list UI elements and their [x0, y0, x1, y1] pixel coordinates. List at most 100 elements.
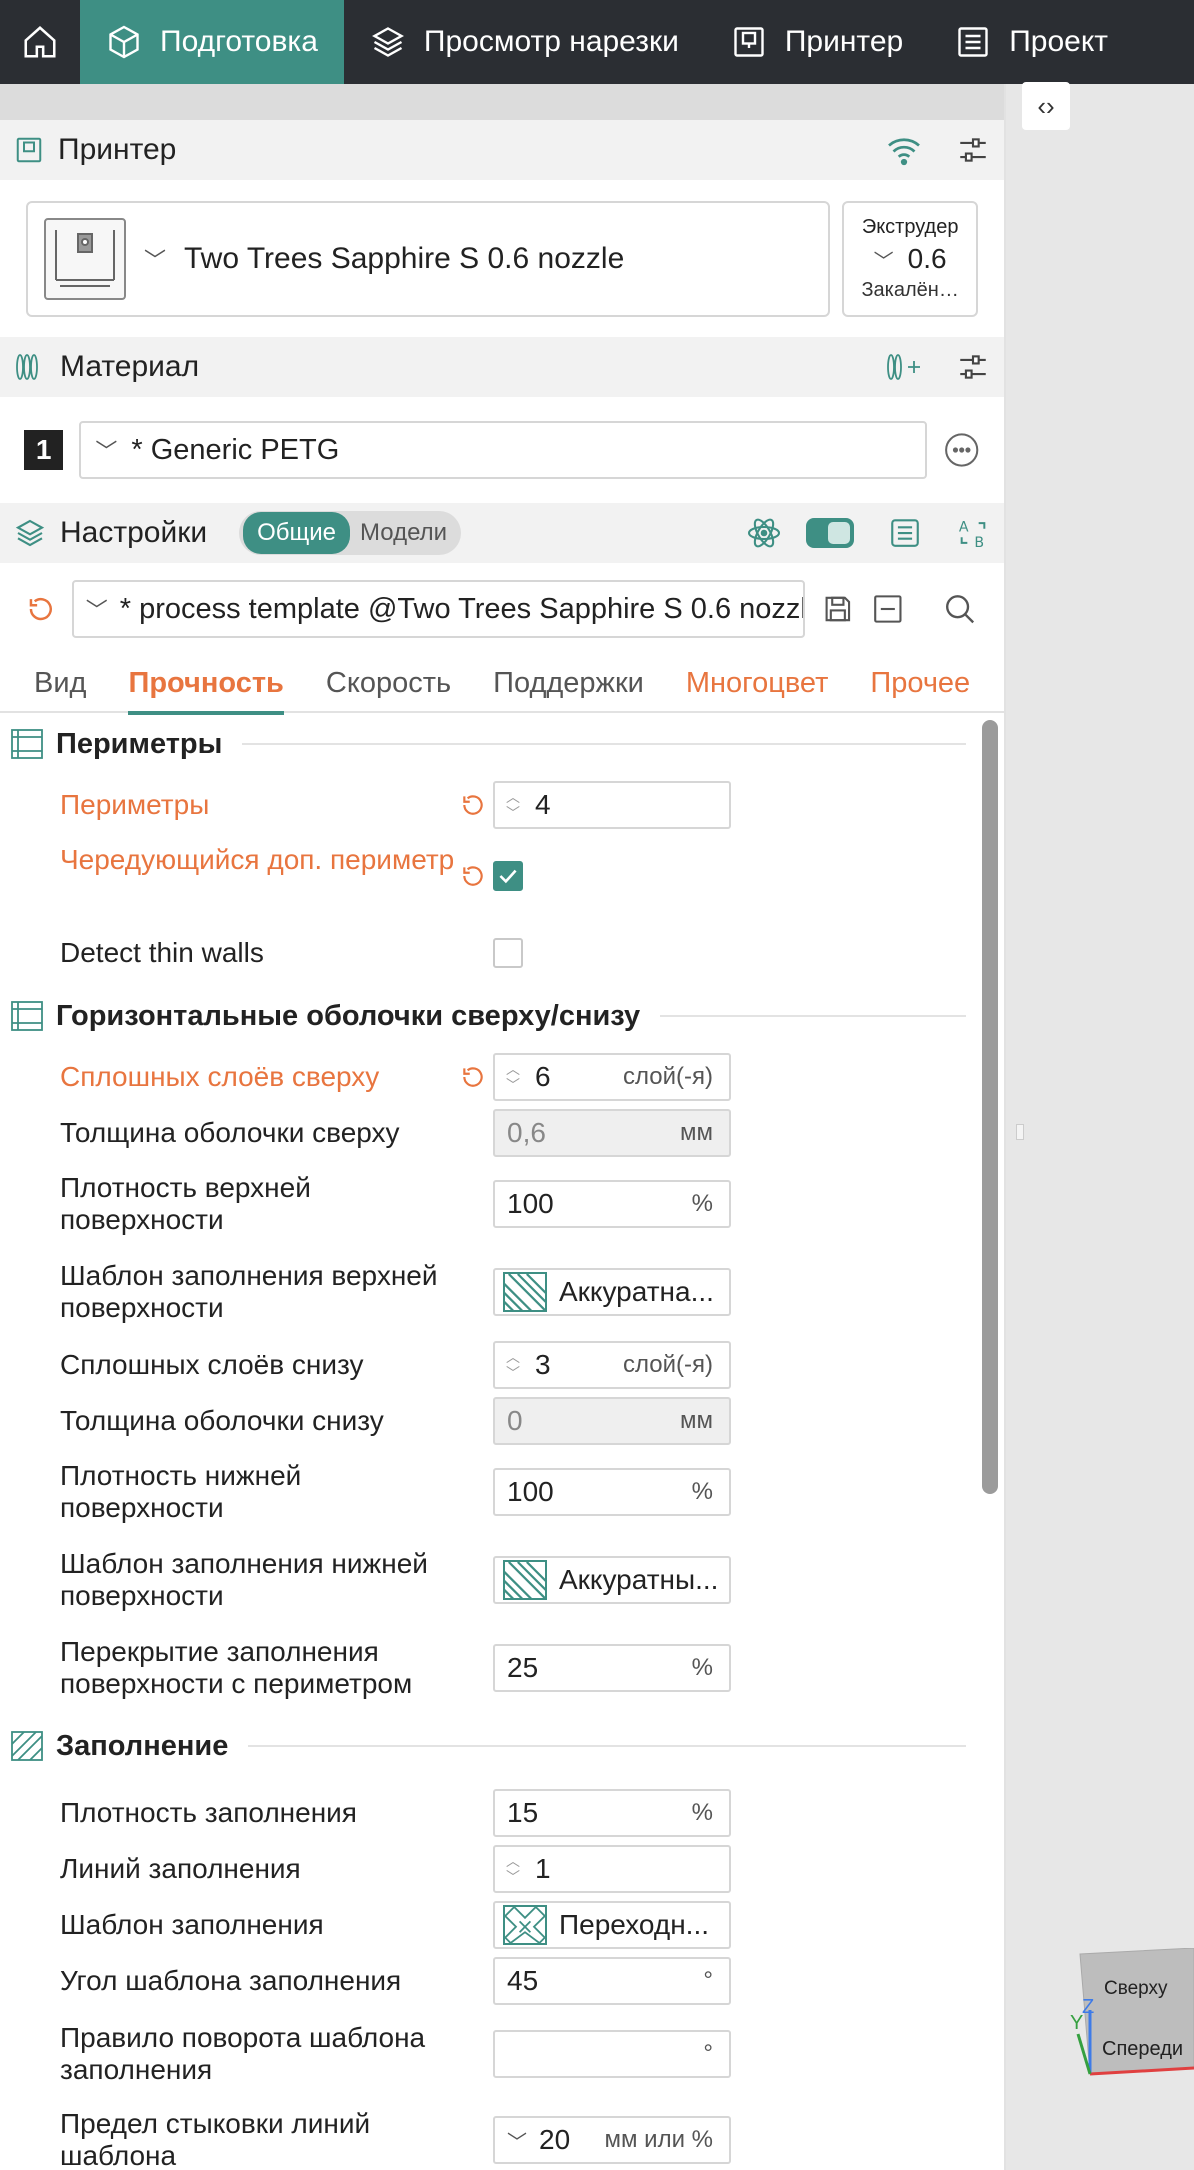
bottom-thickness-value: 0 — [507, 1405, 523, 1436]
tab-prepare[interactable]: Подготовка — [80, 0, 344, 84]
infill-wall-overlap-label: Перекрытие заполнения поверхности с пери… — [60, 1636, 413, 1699]
view-cube[interactable]: Сверху Спереди Z Y — [1070, 1947, 1194, 2098]
extruder-select[interactable]: Экструдер ﹀ 0.6 Закалён… — [842, 200, 978, 317]
process-preset-select[interactable]: ﹀ * process template @Two Trees Sapphire… — [71, 580, 805, 638]
bottom-pattern-select[interactable]: Аккуратны... — [493, 1556, 731, 1604]
advanced-toggle[interactable] — [806, 518, 854, 548]
bottom-density-input[interactable]: 100% — [493, 1468, 731, 1516]
stepper-icon[interactable]: ︿ ﹀ — [495, 1847, 531, 1891]
list-icon — [958, 27, 988, 57]
infill-angle-input[interactable]: 45 ° — [493, 1957, 731, 2005]
infill-rotate-label: Правило поворота шаблона заполнения — [60, 2022, 426, 2085]
infill-pattern-select[interactable]: Переходн... — [493, 1901, 731, 1949]
wall-loops-input[interactable]: ︿ ﹀ 4 — [493, 781, 731, 829]
top-pattern-select[interactable]: Аккуратна... — [493, 1268, 731, 1316]
printer-row: ﹀ Two Trees Sapphire S 0.6 nozzle Экстру… — [0, 180, 1004, 337]
tab-slice-preview[interactable]: Просмотр нарезки — [344, 0, 705, 84]
toggle-global[interactable]: Общие — [243, 512, 351, 554]
translate-icon[interactable]: AB — [956, 516, 990, 550]
top-density-label: Плотность верхней поверхности — [60, 1172, 311, 1235]
stepper-icon[interactable]: ︿ ﹀ — [495, 1343, 531, 1387]
chevron-down-icon: ﹀ — [873, 250, 894, 273]
tab-printer-label: Принтер — [784, 25, 904, 58]
row-infill-anchor: Предел стыковки линий шаблона ﹀ 20 мм или … — [0, 2106, 976, 2170]
filament-slot-number: 1 — [24, 430, 64, 470]
row-top-thickness: Толщина оболочки сверху 0,6 мм — [0, 1108, 976, 1158]
infill-lines-value: 1 — [535, 1853, 551, 1884]
reset-icon[interactable] — [460, 792, 486, 818]
monotonic-pattern-icon — [503, 1272, 547, 1312]
filament-settings-sliders-icon[interactable] — [956, 350, 990, 384]
top-navigation: Подготовка Просмотр нарезки Принтер Прое… — [0, 0, 1194, 84]
infill-wall-overlap-unit: % — [691, 1654, 713, 1681]
collapse-panel-button[interactable]: ‹› — [1022, 82, 1070, 130]
process-preset-name: * process template @Two Trees Sapphire S… — [119, 592, 805, 625]
group-walls-title: Периметры — [56, 727, 223, 760]
atom-icon[interactable] — [746, 515, 782, 551]
infill-anchor-label: Предел стыковки линий шаблона — [60, 2108, 371, 2170]
reset-icon[interactable] — [460, 863, 486, 889]
printer-icon — [16, 137, 42, 163]
svg-text:A: A — [959, 520, 969, 536]
search-icon[interactable] — [942, 591, 978, 627]
bottom-layers-label: Сплошных слоёв снизу — [60, 1349, 364, 1380]
tab-printer[interactable]: Принтер — [705, 0, 929, 84]
chevron-down-icon: ﹀ — [144, 247, 167, 273]
3d-viewport[interactable] — [1006, 84, 1194, 2170]
save-icon[interactable] — [821, 592, 855, 626]
row-infill-wall-overlap: Перекрытие заполнения поверхности с пери… — [0, 1634, 976, 1702]
svg-text:B: B — [974, 535, 984, 550]
add-filament-icon[interactable] — [886, 351, 922, 383]
row-alternate-wall: Чередующийся доп. периметр — [0, 842, 976, 910]
row-infill-angle: Угол шаблона заполнения 45 ° — [0, 1956, 976, 2006]
top-thickness-label: Толщина оболочки сверху — [60, 1117, 400, 1148]
bottom-pattern-label: Шаблон заполнения нижней поверхности — [60, 1548, 428, 1611]
settings-scrollbar[interactable] — [982, 720, 998, 1494]
infill-lines-input[interactable]: ︿ ﹀ 1 — [493, 1845, 731, 1893]
material-section-header: Материал — [0, 337, 1004, 397]
bottom-thickness-unit: мм — [680, 1407, 713, 1434]
bottom-thickness-label: Толщина оболочки снизу — [60, 1405, 384, 1436]
printer-section-header: Принтер — [0, 120, 1004, 180]
global-object-toggle[interactable]: Общие Модели — [239, 511, 462, 555]
filament-select[interactable]: ﹀ * Generic PETG — [79, 421, 927, 479]
panel-resize-handle[interactable] — [1016, 1124, 1024, 1140]
row-bottom-pattern: Шаблон заполнения нижней поверхности Акк… — [0, 1546, 976, 1614]
home-button[interactable] — [0, 0, 80, 84]
top-layers-input[interactable]: ︿ ﹀ 6 слой(-я) — [493, 1053, 731, 1101]
reset-icon[interactable] — [460, 1064, 486, 1090]
stepper-icon[interactable]: ︿ ﹀ — [495, 1055, 531, 1099]
printer-settings-sliders-icon[interactable] — [956, 133, 990, 167]
tab-project[interactable]: Проект — [929, 0, 1134, 84]
infill-anchor-input[interactable]: ﹀ 20 мм или % — [493, 2116, 731, 2164]
group-shells-title: Горизонтальные оболочки сверху/снизу — [56, 999, 641, 1032]
infill-wall-overlap-input[interactable]: 25% — [493, 1644, 731, 1692]
group-infill: Заполнение — [0, 1716, 976, 1776]
top-layers-value: 6 — [535, 1061, 551, 1092]
top-density-input[interactable]: 100% — [493, 1180, 731, 1228]
bottom-layers-input[interactable]: ︿ ﹀ 3 слой(-я) — [493, 1341, 731, 1389]
row-infill-anchor-inner: Предел стыковки линий шаблона ﹀ 20 мм или … — [0, 2106, 976, 2170]
extruder-value: ﹀ 0.6 — [874, 243, 947, 275]
stepper-icon[interactable]: ︿ ﹀ — [495, 783, 531, 827]
detect-thin-walls-checkbox[interactable] — [493, 938, 523, 968]
infill-angle-value: 45 — [507, 1965, 539, 1996]
remove-preset-icon[interactable] — [871, 592, 905, 626]
filament-name: * Generic PETG — [131, 433, 340, 466]
printer-select[interactable]: ﹀ Two Trees Sapphire S 0.6 nozzle — [26, 200, 831, 317]
filament-icon — [16, 354, 38, 380]
bottom-density-label: Плотность нижней поверхности — [60, 1460, 302, 1523]
toggle-objects[interactable]: Модели — [350, 512, 457, 554]
row-bottom-thickness: Толщина оболочки снизу 0 мм — [0, 1396, 976, 1446]
infill-density-input[interactable]: 15% — [493, 1789, 731, 1837]
infill-rotate-input[interactable]: ° — [493, 2030, 731, 2078]
infill-density-label: Плотность заполнения — [60, 1797, 357, 1828]
wall-loops-value: 4 — [535, 789, 551, 820]
more-options-icon[interactable] — [943, 431, 980, 469]
compare-list-icon[interactable] — [888, 516, 922, 550]
wifi-icon[interactable] — [886, 132, 922, 168]
reset-icon[interactable] — [26, 594, 56, 624]
alternate-wall-checkbox[interactable] — [493, 861, 523, 891]
printer-thumbnail-icon — [55, 229, 115, 287]
extruder-nozzle: 0.6 — [907, 242, 947, 274]
